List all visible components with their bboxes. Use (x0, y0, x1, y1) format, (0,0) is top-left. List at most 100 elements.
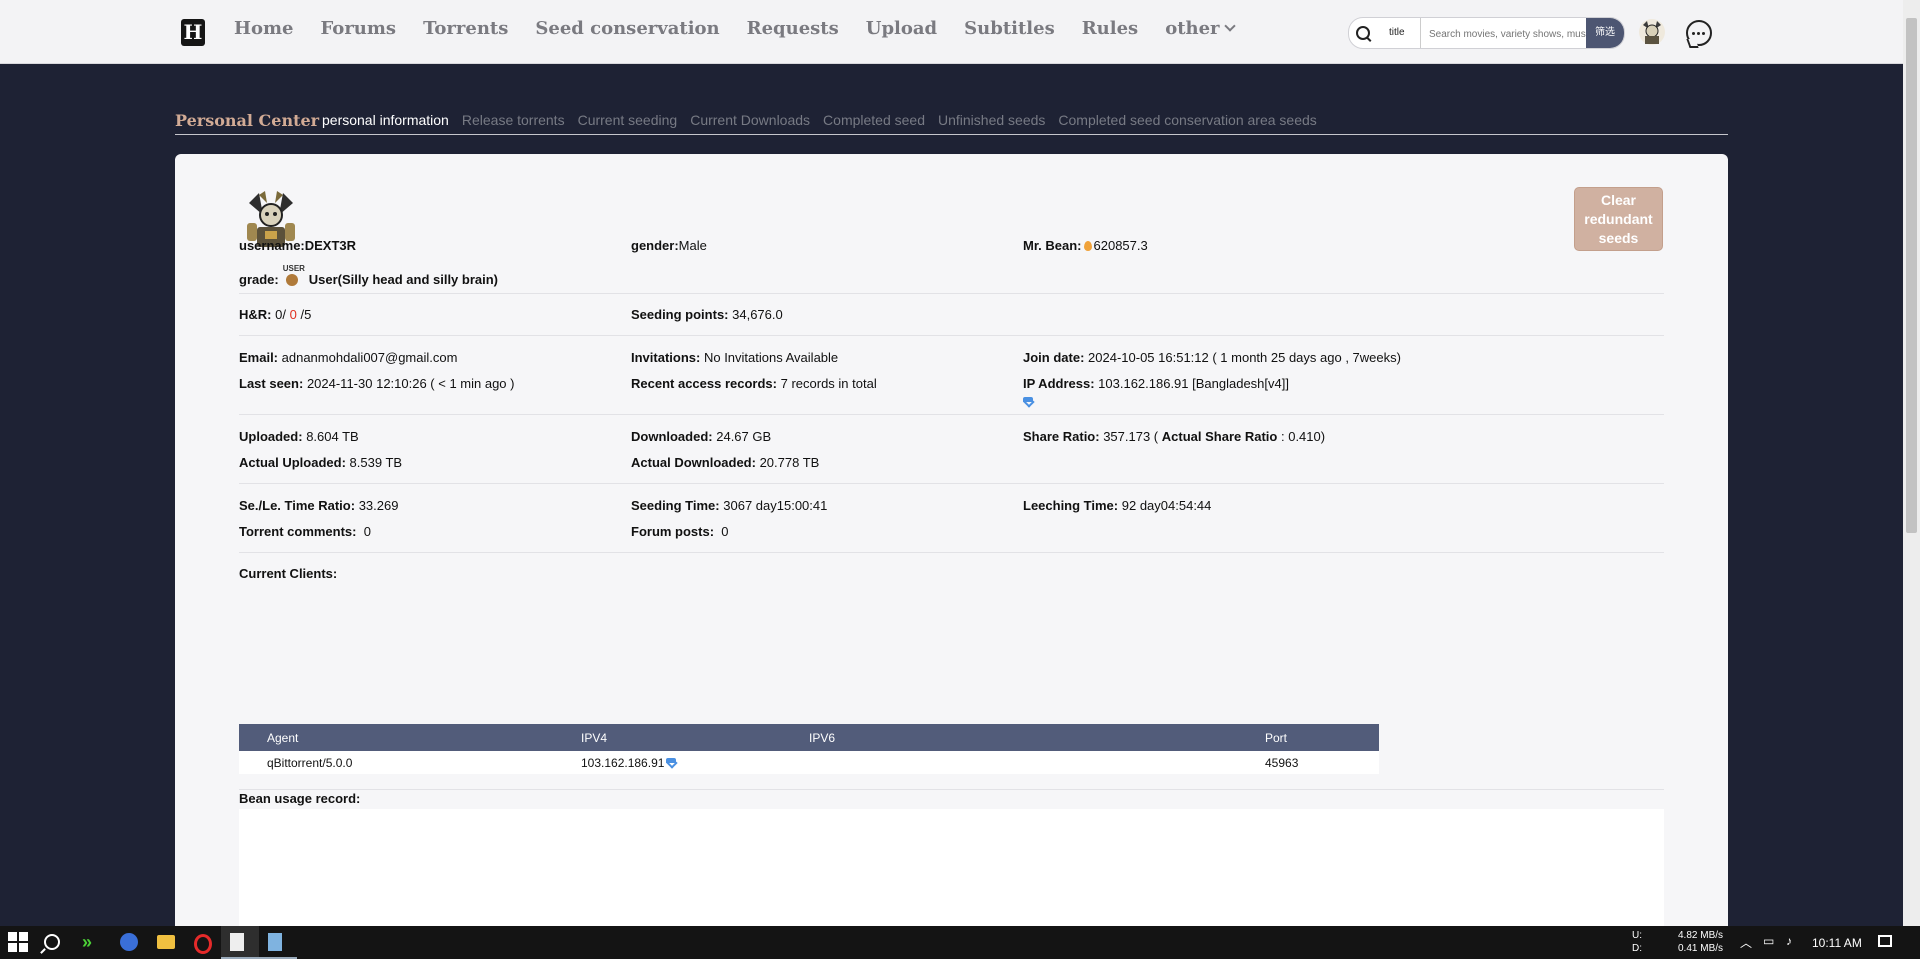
network-speed: U: 4.82 MB/s D: 0.41 MB/s (1632, 929, 1723, 955)
divider (239, 552, 1664, 553)
client-ipv6 (809, 751, 1265, 774)
seeding-points-value: 34,676.0 (732, 307, 783, 322)
downloaded-label: Downloaded: (631, 429, 713, 444)
search-box: title 筛选 (1348, 17, 1625, 49)
bean-icon (1083, 241, 1092, 251)
volume-tray-icon[interactable]: ♪ (1786, 934, 1792, 948)
nav-home[interactable]: Home (234, 17, 294, 41)
col-ipv4: IPV4 (581, 724, 809, 751)
notepad-icon[interactable] (230, 933, 244, 951)
time-ratio-label: Se./Le. Time Ratio: (239, 498, 356, 513)
tab-unfinished-seeds[interactable]: Unfinished seeds (938, 112, 1045, 128)
email-label: Email: (239, 350, 279, 365)
actual-share-ratio-value: : 0.410) (1280, 429, 1326, 444)
ip-shield-icon (1023, 397, 1033, 406)
client-ipv4: 103.162.186.91 (581, 755, 665, 770)
tab-completed-seed[interactable]: Completed seed (823, 112, 925, 128)
nav-torrents[interactable]: Torrents (423, 17, 508, 41)
opera-browser-icon[interactable] (194, 934, 212, 954)
client-port: 45963 (1265, 751, 1379, 774)
search-type-value: title (1389, 27, 1405, 38)
client-ipv4-cell: 103.162.186.91 (581, 751, 809, 774)
notification-icon[interactable] (1878, 935, 1892, 947)
tray-chevron-icon[interactable]: ︿ (1740, 934, 1752, 951)
grade-badge-text: USER (282, 264, 305, 273)
search-input[interactable] (1427, 18, 1591, 48)
clear-button-line1: Clear (1600, 192, 1637, 208)
nav-rules[interactable]: Rules (1082, 17, 1138, 41)
tab-conservation-seeds[interactable]: Completed seed conservation area seeds (1058, 112, 1316, 128)
personal-center-tabs: Personal Center personal information Rel… (175, 110, 1728, 135)
torrent-comments-value[interactable]: 0 (364, 524, 371, 539)
profile-panel: Clear redundant seeds username:DEXT3R ge… (175, 154, 1728, 959)
chat-icon[interactable] (1686, 20, 1712, 46)
access-records-value[interactable]: 7 records in total (781, 376, 877, 391)
net-up-label: U: (1632, 930, 1642, 941)
file-explorer-icon[interactable] (157, 935, 175, 949)
network-tray-icon[interactable]: ▭ (1763, 934, 1774, 948)
tab-personal-information[interactable]: personal information (322, 112, 449, 128)
share-ratio-label: Share Ratio: (1023, 429, 1100, 444)
taskbar-clock[interactable]: 10:11 AM (1812, 936, 1862, 950)
tab-current-downloads[interactable]: Current Downloads (690, 112, 810, 128)
join-date-value: 2024-10-05 16:51:12 ( 1 month 25 days ag… (1088, 350, 1401, 365)
nav-subtitles[interactable]: Subtitles (964, 17, 1055, 41)
last-seen-value: 2024-11-30 12:10:26 ( < 1 min ago ) (306, 376, 515, 391)
nav-requests[interactable]: Requests (747, 17, 839, 41)
hr-value-b[interactable]: 0 (290, 307, 297, 322)
leeching-time-value: 92 day04:54:44 (1121, 498, 1212, 513)
personal-center-title: Personal Center (175, 111, 320, 130)
windows-start-icon[interactable] (8, 932, 28, 952)
hr-value-c: /5 (300, 307, 312, 322)
last-seen-label: Last seen: (239, 376, 304, 391)
page-scrollbar[interactable] (1903, 0, 1920, 926)
user-avatar[interactable] (1637, 17, 1667, 47)
nav-other-dropdown[interactable]: other (1165, 17, 1233, 41)
share-ratio-value: 357.173 ( (1103, 429, 1159, 444)
torrent-comments-label: Torrent comments: (239, 524, 357, 539)
scroll-thumb[interactable] (1906, 18, 1917, 533)
nav-seed-conservation[interactable]: Seed conservation (535, 17, 719, 41)
tab-release-torrents[interactable]: Release torrents (462, 112, 565, 128)
nav-upload[interactable]: Upload (866, 17, 937, 41)
email-value: adnanmohdali007@gmail.com (281, 350, 458, 365)
bean-value: 620857.3 (1093, 238, 1148, 253)
actual-downloaded-label: Actual Downloaded: (631, 455, 756, 470)
search-type-select[interactable]: title (1373, 18, 1421, 48)
actual-share-ratio-label: Actual Share Ratio (1161, 429, 1278, 444)
table-row: qBittorrent/5.0.0 103.162.186.91 45963 (239, 751, 1379, 774)
gender-value: Male (678, 238, 707, 253)
main-nav: Home Forums Torrents Seed conservation R… (234, 17, 1261, 41)
nav-forums[interactable]: Forums (321, 17, 397, 41)
document-app-icon[interactable] (268, 933, 282, 951)
taskbar-search-icon[interactable] (44, 934, 60, 950)
gender-label: gender: (631, 238, 679, 253)
app-arrows-icon[interactable]: » (82, 932, 102, 952)
grade-label: grade: (239, 272, 279, 287)
grade-value: User(Silly head and silly brain) (308, 272, 499, 287)
username-value: DEXT3R (304, 238, 357, 253)
net-up-value: 4.82 MB/s (1678, 930, 1724, 941)
bean-label: Mr. Bean: (1023, 238, 1082, 253)
search-button[interactable]: 筛选 (1586, 18, 1624, 48)
net-down-value: 0.41 MB/s (1678, 943, 1724, 954)
access-records-label: Recent access records: (631, 376, 777, 391)
forum-posts-label: Forum posts: (631, 524, 715, 539)
actual-uploaded-value: 8.539 TB (349, 455, 403, 470)
clear-redundant-seeds-button[interactable]: Clear redundant seeds (1574, 187, 1663, 251)
search-icon (1356, 26, 1370, 40)
divider (239, 335, 1664, 336)
tab-current-seeding[interactable]: Current seeding (578, 112, 678, 128)
app-qbittorrent-icon[interactable] (120, 933, 138, 951)
clients-table: Agent IPV4 IPV6 Port qBittorrent/5.0.0 1… (239, 724, 1379, 774)
seeding-points-label: Seeding points: (631, 307, 729, 322)
seeding-time-value: 3067 day15:00:41 (723, 498, 828, 513)
invitations-label: Invitations: (631, 350, 701, 365)
actual-downloaded-value: 20.778 TB (759, 455, 820, 470)
site-logo[interactable]: H (181, 19, 205, 46)
grade-badge-icon: USER (281, 264, 305, 289)
uploaded-value: 8.604 TB (306, 429, 359, 444)
col-port: Port (1265, 724, 1379, 751)
forum-posts-value[interactable]: 0 (721, 524, 728, 539)
divider (239, 414, 1664, 415)
